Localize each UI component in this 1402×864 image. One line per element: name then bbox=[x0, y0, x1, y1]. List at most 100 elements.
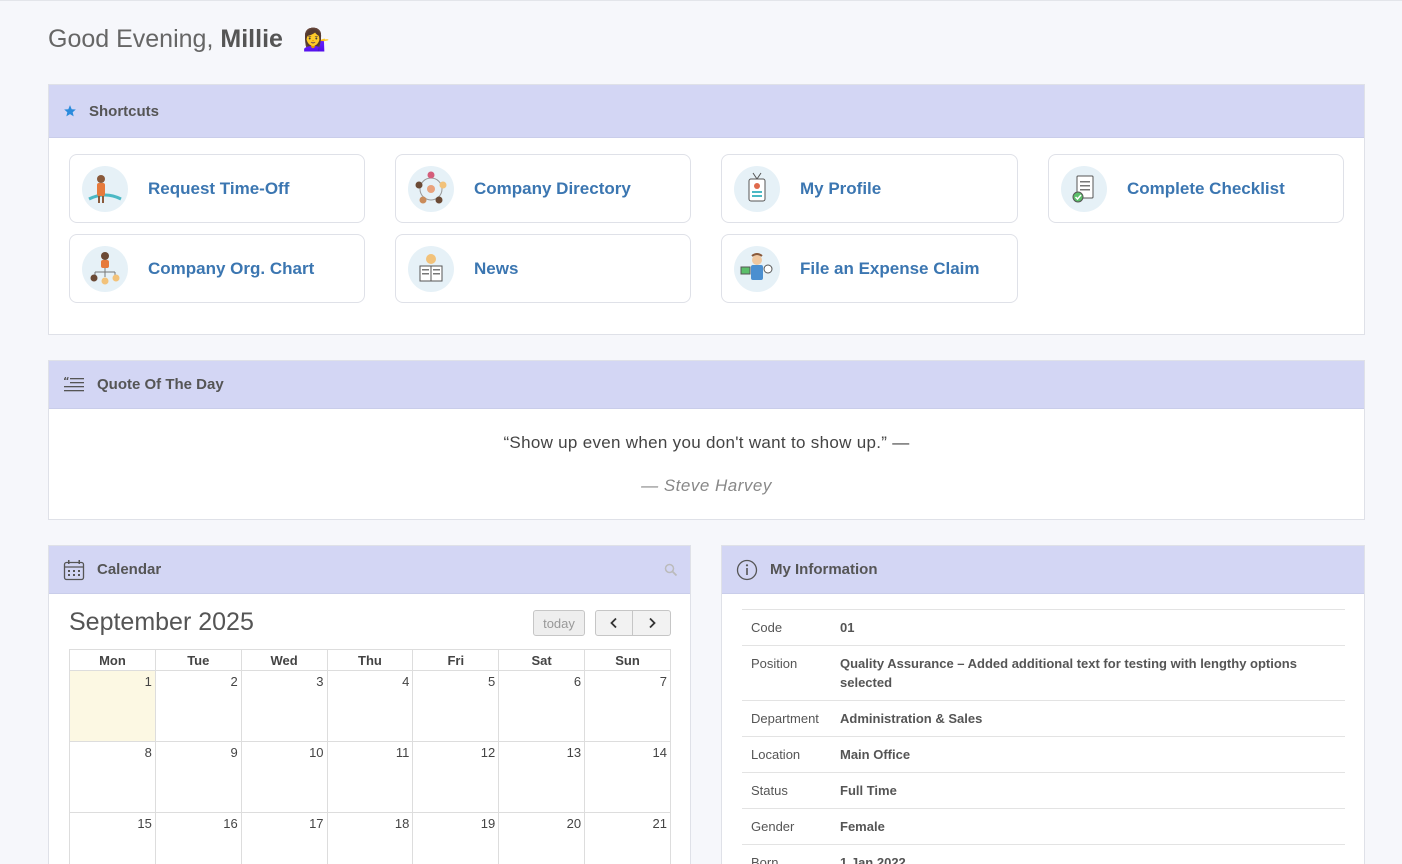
shortcut-label: Complete Checklist bbox=[1127, 178, 1285, 198]
user-name: Millie bbox=[220, 25, 283, 53]
calendar-day[interactable]: 4 bbox=[326, 670, 414, 742]
info-value: Full Time bbox=[840, 772, 1345, 809]
info-row: Code 01 bbox=[742, 609, 1345, 646]
calendar-day[interactable]: 9 bbox=[154, 741, 242, 813]
info-title: My Information bbox=[770, 561, 878, 578]
calendar-header: Calendar bbox=[49, 546, 690, 594]
calendar-day[interactable]: 21 bbox=[584, 812, 671, 864]
calendar-grid: Mon Tue Wed Thu Fri Sat Sun 1 2 3 4 5 6 … bbox=[69, 649, 671, 864]
calendar-day[interactable]: 6 bbox=[498, 670, 586, 742]
newspaper-reader-icon bbox=[408, 245, 454, 292]
quote-header: “ Quote Of The Day bbox=[49, 361, 1364, 409]
info-row: Born 1 Jan 2022 bbox=[742, 844, 1345, 864]
weekday-header: Wed bbox=[240, 649, 328, 671]
checklist-document-icon bbox=[1061, 165, 1107, 212]
shortcut-news[interactable]: News bbox=[395, 234, 691, 303]
weekday-header: Thu bbox=[326, 649, 414, 671]
weekday-header: Sun bbox=[584, 649, 671, 671]
info-value: Administration & Sales bbox=[840, 700, 1345, 737]
shortcuts-header: Shortcuts bbox=[49, 85, 1364, 138]
shortcut-label: My Profile bbox=[800, 178, 882, 198]
calendar-day[interactable]: 5 bbox=[412, 670, 500, 742]
calendar-day[interactable]: 14 bbox=[584, 741, 671, 813]
info-label: Status bbox=[742, 772, 840, 809]
my-information-panel: My Information Code 01 Position Quality … bbox=[721, 545, 1365, 864]
quote-text: “Show up even when you don't want to sho… bbox=[503, 433, 910, 452]
calendar-day[interactable]: 10 bbox=[240, 741, 328, 813]
calendar-day[interactable]: 19 bbox=[412, 812, 500, 864]
info-label: Position bbox=[742, 645, 840, 701]
calendar-day[interactable]: 15 bbox=[69, 812, 156, 864]
info-label: Code bbox=[742, 609, 840, 646]
calendar-title: Calendar bbox=[97, 561, 162, 578]
calendar-day[interactable]: 3 bbox=[240, 670, 328, 742]
quote-author: — Steve Harvey bbox=[641, 476, 772, 495]
shortcut-label: File an Expense Claim bbox=[800, 258, 980, 278]
expense-person-icon bbox=[734, 245, 780, 292]
calendar-panel: Calendar September 2025 today Mon Tue We… bbox=[48, 545, 691, 864]
svg-text:“: “ bbox=[63, 376, 70, 387]
calendar-day-today[interactable]: 1 bbox=[69, 670, 156, 742]
weekday-header: Mon bbox=[69, 649, 156, 671]
calendar-day[interactable]: 12 bbox=[412, 741, 500, 813]
shortcut-request-time-off[interactable]: Request Time-Off bbox=[69, 154, 365, 223]
weekday-header: Sat bbox=[498, 649, 586, 671]
beach-person-icon bbox=[82, 165, 128, 212]
quote-panel: “ Quote Of The Day “Show up even when yo… bbox=[48, 360, 1365, 520]
shortcut-label: Request Time-Off bbox=[148, 178, 290, 198]
next-month-button[interactable] bbox=[633, 610, 671, 636]
calendar-day[interactable]: 17 bbox=[240, 812, 328, 864]
info-row: Department Administration & Sales bbox=[742, 700, 1345, 737]
shortcut-label: News bbox=[474, 258, 519, 278]
calendar-day[interactable]: 8 bbox=[69, 741, 156, 813]
info-label: Gender bbox=[742, 808, 840, 845]
info-row: Position Quality Assurance – Added addit… bbox=[742, 645, 1345, 701]
people-network-icon bbox=[408, 165, 454, 212]
calendar-day[interactable]: 7 bbox=[584, 670, 671, 742]
info-value: Quality Assurance – Added additional tex… bbox=[840, 645, 1345, 701]
info-label: Department bbox=[742, 700, 840, 737]
chevron-left-icon bbox=[610, 617, 617, 629]
weekday-header: Fri bbox=[412, 649, 500, 671]
chevron-right-icon bbox=[648, 617, 656, 629]
shortcut-label: Company Org. Chart bbox=[148, 258, 315, 278]
id-badge-icon bbox=[734, 165, 780, 212]
shortcuts-title: Shortcuts bbox=[89, 102, 160, 120]
star-icon bbox=[63, 104, 77, 118]
calendar-day[interactable]: 2 bbox=[154, 670, 242, 742]
shortcut-company-directory[interactable]: Company Directory bbox=[395, 154, 691, 223]
shortcuts-panel: Shortcuts Request Time-Off Company Direc… bbox=[48, 84, 1365, 335]
info-header: My Information bbox=[722, 546, 1364, 594]
shortcut-my-profile[interactable]: My Profile bbox=[721, 154, 1018, 223]
info-value: 01 bbox=[840, 609, 1345, 646]
calendar-day[interactable]: 13 bbox=[498, 741, 586, 813]
shortcut-complete-checklist[interactable]: Complete Checklist bbox=[1048, 154, 1344, 223]
greeting: Good Evening, Millie 💁‍♀️ bbox=[48, 25, 330, 54]
shortcut-file-expense-claim[interactable]: File an Expense Claim bbox=[721, 234, 1018, 303]
shortcut-label: Company Directory bbox=[474, 178, 631, 198]
weekday-header: Tue bbox=[154, 649, 242, 671]
calendar-icon bbox=[63, 559, 85, 581]
info-row: Location Main Office bbox=[742, 736, 1345, 773]
shortcut-company-org-chart[interactable]: Company Org. Chart bbox=[69, 234, 365, 303]
today-button[interactable]: today bbox=[533, 610, 585, 636]
info-table: Code 01 Position Quality Assurance – Add… bbox=[742, 609, 1345, 864]
info-icon bbox=[736, 559, 758, 581]
calendar-day[interactable]: 18 bbox=[326, 812, 414, 864]
info-value: Main Office bbox=[840, 736, 1345, 773]
quote-lines-icon: “ bbox=[63, 376, 85, 394]
greeting-emoji: 💁‍♀️ bbox=[302, 26, 331, 52]
calendar-day[interactable]: 20 bbox=[498, 812, 586, 864]
info-value: Female bbox=[840, 808, 1345, 845]
info-row: Status Full Time bbox=[742, 772, 1345, 809]
calendar-day[interactable]: 16 bbox=[154, 812, 242, 864]
calendar-month-title: September 2025 bbox=[69, 608, 254, 636]
calendar-day[interactable]: 11 bbox=[326, 741, 414, 813]
org-chart-people-icon bbox=[82, 245, 128, 292]
greeting-text: Good Evening, bbox=[48, 25, 214, 53]
info-label: Location bbox=[742, 736, 840, 773]
quote-title: Quote Of The Day bbox=[97, 376, 224, 393]
search-icon[interactable] bbox=[664, 563, 678, 581]
info-row: Gender Female bbox=[742, 808, 1345, 845]
prev-month-button[interactable] bbox=[595, 610, 633, 636]
